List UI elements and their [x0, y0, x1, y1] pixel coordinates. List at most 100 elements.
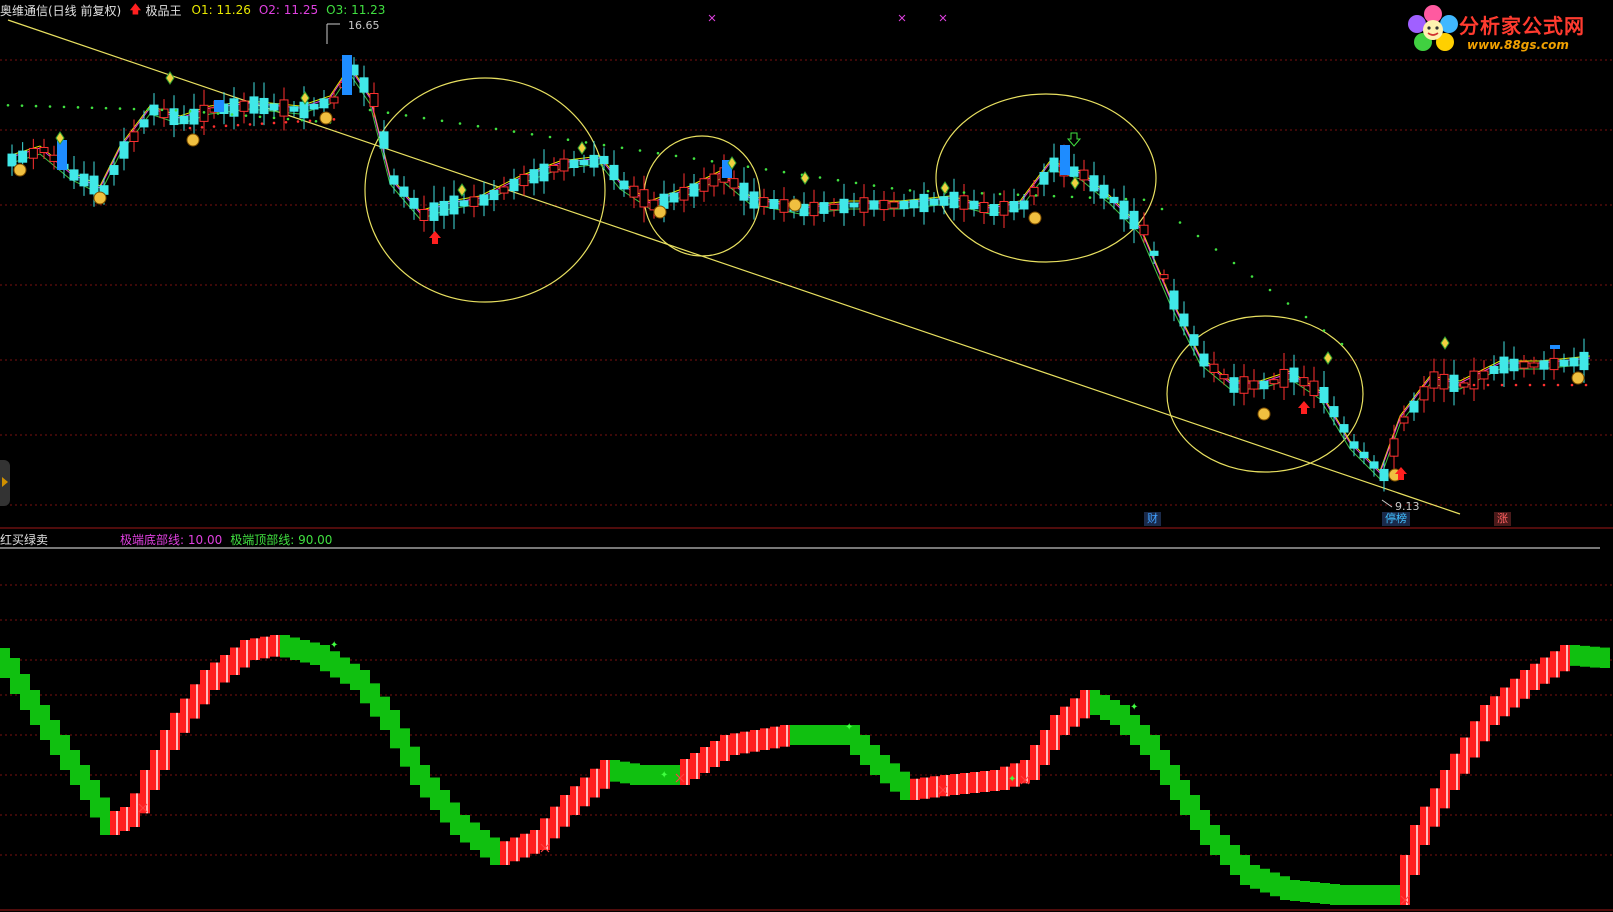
- candle-body: [1389, 438, 1399, 457]
- stop-dot: [272, 116, 276, 120]
- buy-bar-highlight: [196, 684, 198, 719]
- buy-bar-highlight: [686, 759, 688, 785]
- candle-body: [1079, 169, 1089, 181]
- sell-bar: [1230, 845, 1240, 875]
- stop-dot: [404, 114, 408, 117]
- buy-bar-highlight: [1066, 706, 1068, 735]
- candle-body: [39, 146, 49, 154]
- buy-bar: [160, 730, 170, 770]
- sell-bar: [420, 765, 430, 798]
- stop-dot: [1052, 194, 1056, 198]
- buy-bar: [950, 774, 960, 795]
- candle-body: [699, 178, 709, 192]
- candle-body: [1379, 468, 1389, 482]
- highlight-candle: [342, 55, 352, 95]
- candle-body: [1279, 368, 1289, 388]
- stop-dot: [980, 191, 984, 195]
- buy-bar: [770, 726, 780, 749]
- candle-body: [819, 202, 829, 214]
- candle-body: [1109, 196, 1119, 204]
- candle-body: [1129, 210, 1139, 230]
- money-bag-icon: [788, 198, 802, 212]
- stop-dot: [872, 184, 876, 187]
- sell-bar: [620, 761, 630, 784]
- sell-bar: [1360, 885, 1370, 905]
- buy-bar: [220, 655, 230, 683]
- stop-dot: [764, 168, 768, 171]
- candle-body: [28, 147, 38, 159]
- candle-body: [309, 103, 319, 110]
- event-tag-finance[interactable]: 财: [1144, 512, 1161, 526]
- buy-bar: [780, 725, 790, 747]
- stop-dot: [160, 108, 164, 112]
- side-panel-toggle[interactable]: [0, 460, 10, 506]
- buy-bar: [1460, 737, 1470, 774]
- sell-bar: [1140, 725, 1150, 755]
- candle-body: [319, 98, 329, 109]
- buy-bar-highlight: [116, 811, 118, 835]
- candle-body: [279, 99, 289, 117]
- candle-body: [469, 196, 479, 207]
- buy-bar: [250, 638, 260, 660]
- candle-body: [1069, 166, 1079, 177]
- candle-body: [299, 101, 309, 119]
- candle-body: [1159, 274, 1169, 280]
- event-tag-rise[interactable]: 涨: [1494, 512, 1511, 526]
- money-bag-icon: [1028, 211, 1042, 225]
- sell-bar: [60, 735, 70, 770]
- candle-body: [529, 169, 539, 184]
- sell-bar: [100, 797, 110, 835]
- ma-line-o2: [7, 67, 1591, 474]
- candle-body: [749, 191, 759, 209]
- signal-figure-icon: [1440, 336, 1450, 350]
- stop-dot: [566, 138, 570, 141]
- stop-dot: [926, 189, 930, 193]
- stop-dot: [260, 122, 264, 125]
- candle-body: [769, 199, 779, 209]
- sell-arrow-icon: [1066, 132, 1082, 147]
- high-price-label: 16.65: [348, 19, 380, 32]
- buy-bar-highlight: [1466, 737, 1468, 774]
- stop-dot: [584, 141, 588, 144]
- buy-bar-highlight: [936, 776, 938, 798]
- buy-bar-highlight: [176, 712, 178, 750]
- buy-bar-highlight: [1086, 690, 1088, 719]
- sell-bar: [490, 837, 500, 865]
- candle-body: [1119, 200, 1129, 220]
- buy-bar-highlight: [606, 760, 608, 789]
- sub-sell-marker: ✦: [1130, 702, 1138, 713]
- buy-bar-highlight: [716, 741, 718, 767]
- stop-dot: [1570, 383, 1574, 387]
- candle-body: [479, 194, 489, 206]
- stop-dot: [132, 107, 136, 111]
- chart-canvas[interactable]: ✦ ✦ ✦ ✦ ✦: [0, 0, 1613, 912]
- sell-bar: [650, 765, 660, 785]
- candle-body: [889, 201, 899, 209]
- buy-bar-highlight: [1046, 730, 1048, 765]
- candle-body: [1519, 361, 1529, 369]
- buy-bar-highlight: [1476, 721, 1478, 758]
- buy-bar-highlight: [516, 837, 518, 862]
- sell-bar: [480, 830, 490, 858]
- sell-bar: [350, 663, 360, 690]
- candle-body: [1049, 157, 1059, 173]
- event-tag-limit[interactable]: 停榜: [1382, 512, 1410, 526]
- candle-body: [1319, 386, 1329, 404]
- stop-dot: [34, 104, 38, 108]
- buy-bar: [1490, 696, 1500, 725]
- candle-body: [1169, 290, 1179, 310]
- buy-bar-highlight: [786, 725, 788, 747]
- buy-bar: [210, 662, 220, 690]
- sell-bar: [320, 645, 330, 672]
- stop-dot: [1286, 302, 1290, 305]
- buy-arrow-icon: [429, 231, 441, 244]
- candle-body: [1149, 250, 1159, 256]
- buy-bar: [980, 771, 990, 792]
- buy-bar-highlight: [1456, 753, 1458, 790]
- candle-body: [89, 175, 99, 195]
- stop-dot: [1556, 383, 1560, 387]
- sell-bar: [460, 815, 470, 843]
- buy-bar: [920, 777, 930, 799]
- signal-figure-icon: [1070, 176, 1080, 190]
- money-bag-icon: [1571, 371, 1585, 385]
